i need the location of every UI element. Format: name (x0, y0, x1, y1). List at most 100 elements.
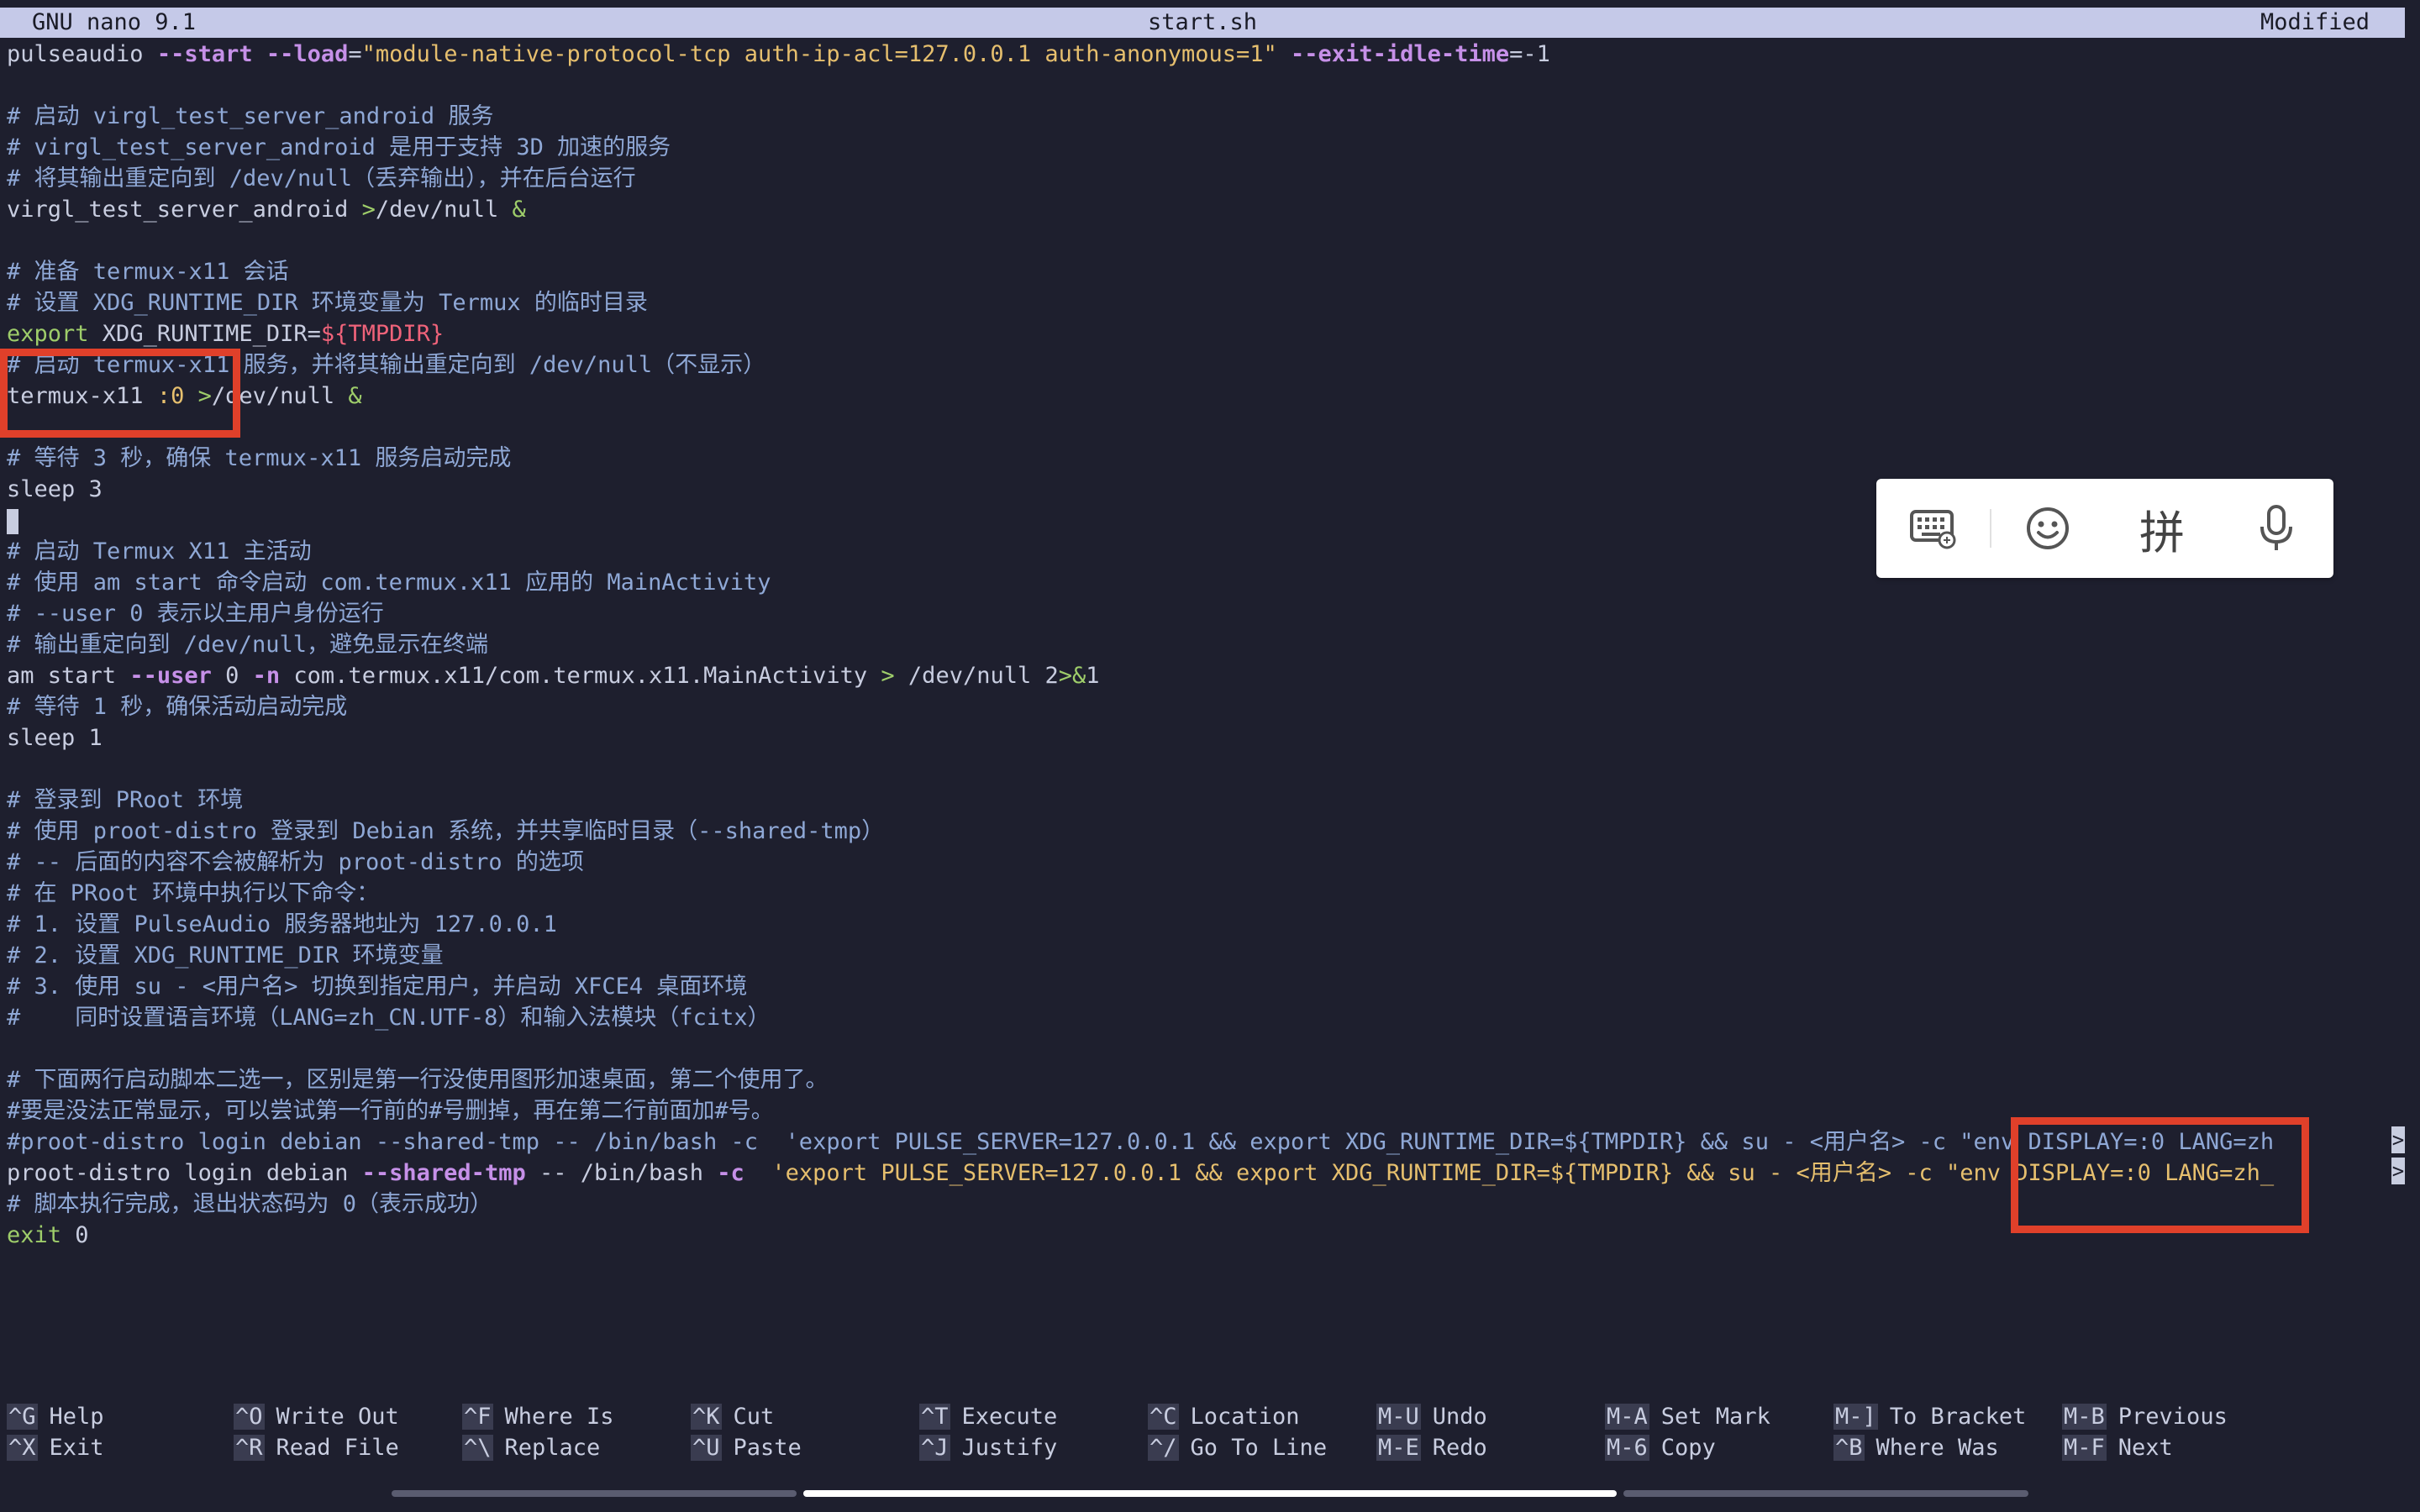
editor-line[interactable]: # 1. 设置 PulseAudio 服务器地址为 127.0.0.1 (7, 909, 2420, 940)
code-token-cmd: am start (7, 663, 130, 689)
shortcut-key: M-A (1605, 1404, 1649, 1430)
shortcut-location[interactable]: ^C Location (1148, 1401, 1300, 1432)
editor-line[interactable]: # 登录到 PRoot 环境 (7, 785, 2420, 816)
editor-line[interactable]: # --user 0 表示以主用户身份运行 (7, 598, 2420, 629)
editor-line[interactable]: # 等待 3 秒，确保 termux-x11 服务启动完成 (7, 443, 2420, 474)
shortcut-next[interactable]: M-F Next (2062, 1432, 2173, 1463)
shortcut-write-out[interactable]: ^O Write Out (234, 1401, 399, 1432)
shortcut-label: Location (1190, 1404, 1300, 1430)
shortcut-key: ^O (234, 1404, 265, 1430)
editor-line[interactable] (7, 753, 2420, 785)
code-token-flag: -c (717, 1160, 744, 1186)
shortcut-help[interactable]: ^G Help (7, 1401, 104, 1432)
shortcut-label: Replace (504, 1435, 601, 1461)
code-token-cmd: pulseaudio (7, 41, 157, 67)
editor-line[interactable] (7, 412, 2420, 443)
code-token-op: > (361, 197, 376, 223)
shortcut-go-to-line[interactable]: ^/ Go To Line (1148, 1432, 1327, 1463)
editor-line[interactable]: # -- 后面的内容不会被解析为 proot-distro 的选项 (7, 847, 2420, 878)
code-token-cmd: -- /bin/bash (525, 1160, 718, 1186)
editor-line[interactable]: # virgl_test_server_android 是用于支持 3D 加速的… (7, 132, 2420, 163)
shortcut-redo[interactable]: M-E Redo (1376, 1432, 1487, 1463)
shortcut-set-mark[interactable]: M-A Set Mark (1605, 1401, 1770, 1432)
editor-line[interactable]: # 输出重定向到 /dev/null，避免显示在终端 (7, 629, 2420, 660)
editor-line[interactable] (7, 1033, 2420, 1064)
editor-line[interactable]: # 启动 termux-x11 服务，并将其输出重定向到 /dev/null（不… (7, 349, 2420, 381)
shortcut-label: Where Is (504, 1404, 614, 1430)
code-token-comment: # 使用 am start 命令启动 com.termux.x11 应用的 Ma… (7, 570, 771, 596)
code-token-comment: # 2. 设置 XDG_RUNTIME_DIR 环境变量 (7, 942, 444, 969)
code-token-op: & (512, 197, 526, 223)
shortcut-where-is[interactable]: ^F Where Is (462, 1401, 614, 1432)
editor-line[interactable]: # 同时设置语言环境（LANG=zh_CN.UTF-8）和输入法模块（fcitx… (7, 1002, 2420, 1033)
scroll-indicator-active[interactable] (803, 1490, 1617, 1497)
shortcut-label: Read File (276, 1435, 399, 1461)
code-token-comment: # --user 0 表示以主用户身份运行 (7, 601, 384, 627)
shortcut-label: Exit (49, 1435, 104, 1461)
shortcut-copy[interactable]: M-6 Copy (1605, 1432, 1716, 1463)
shortcut-exit[interactable]: ^X Exit (7, 1432, 104, 1463)
keyboard-icon[interactable] (1900, 495, 1967, 562)
editor-line[interactable]: virgl_test_server_android >/dev/null & (7, 194, 2420, 225)
code-token-comment: # 等待 3 秒，确保 termux-x11 服务启动完成 (7, 445, 512, 471)
microphone-icon[interactable] (2243, 495, 2310, 562)
shortcut-read-file[interactable]: ^R Read File (234, 1432, 399, 1463)
shortcut-previous[interactable]: M-B Previous (2062, 1401, 2228, 1432)
shortcut-key: M-U (1376, 1404, 1421, 1430)
pinyin-button[interactable]: 拼 (2128, 495, 2196, 562)
editor-line[interactable]: sleep 1 (7, 722, 2420, 753)
annotation-box-display (2011, 1117, 2309, 1233)
editor-line[interactable] (7, 225, 2420, 256)
code-token-comment: # 同时设置语言环境（LANG=zh_CN.UTF-8）和输入法模块（fcitx… (7, 1005, 771, 1031)
code-token-comment: # 启动 Termux X11 主活动 (7, 538, 312, 564)
code-token-comment: # -- 后面的内容不会被解析为 proot-distro 的选项 (7, 849, 584, 875)
shortcut-key: ^U (691, 1435, 722, 1461)
editor-line[interactable]: am start --user 0 -n com.termux.x11/com.… (7, 660, 2420, 691)
shortcut-undo[interactable]: M-U Undo (1376, 1401, 1487, 1432)
code-token-comment: # 在 PRoot 环境中执行以下命令： (7, 880, 380, 906)
editor-line[interactable]: # 将其输出重定向到 /dev/null（丢弃输出），并在后台运行 (7, 163, 2420, 194)
editor-line[interactable]: # 等待 1 秒，确保活动启动完成 (7, 691, 2420, 722)
modified-status: Modified (2260, 9, 2370, 35)
editor-line[interactable]: # 3. 使用 su - <用户名> 切换到指定用户，并启动 XFCE4 桌面环… (7, 971, 2420, 1002)
editor-line[interactable]: export XDG_RUNTIME_DIR=${TMPDIR} (7, 318, 2420, 349)
shortcut-where-was[interactable]: ^B Where Was (1833, 1432, 1999, 1463)
shortcut-execute[interactable]: ^T Execute (919, 1401, 1057, 1432)
editor-line[interactable]: # 在 PRoot 环境中执行以下命令： (7, 878, 2420, 909)
shortcut-key: ^T (919, 1404, 950, 1430)
editor-text-area[interactable]: pulseaudio --start --load="module-native… (7, 39, 2420, 1251)
shortcut-replace[interactable]: ^\ Replace (462, 1432, 600, 1463)
emoji-icon[interactable] (2014, 495, 2081, 562)
editor-line[interactable]: pulseaudio --start --load="module-native… (7, 39, 2420, 70)
editor-line[interactable]: # 使用 proot-distro 登录到 Debian 系统，并共享临时目录（… (7, 816, 2420, 847)
editor-line[interactable]: # 2. 设置 XDG_RUNTIME_DIR 环境变量 (7, 940, 2420, 971)
editor-line[interactable]: # 设置 XDG_RUNTIME_DIR 环境变量为 Termux 的临时目录 (7, 287, 2420, 318)
code-token-comment: # 脚本执行完成，退出状态码为 0（表示成功） (7, 1191, 493, 1217)
code-token-comment: #要是没法正常显示，可以尝试第一行前的#号删掉，再在第二行前面加#号。 (7, 1098, 774, 1124)
shortcut-key: ^K (691, 1404, 722, 1430)
file-name: start.sh (1147, 9, 1258, 35)
shortcut-key: ^F (462, 1404, 493, 1430)
shortcut-to-bracket[interactable]: M-] To Bracket (1833, 1401, 2026, 1432)
code-token-cmd: 0 (211, 663, 253, 689)
shortcut-paste[interactable]: ^U Paste (691, 1432, 802, 1463)
code-token-comment: # 输出重定向到 /dev/null，避免显示在终端 (7, 632, 489, 658)
code-token-cmd: virgl_test_server_android (7, 197, 362, 223)
text-cursor (7, 508, 18, 534)
editor-line[interactable] (7, 70, 2420, 101)
shortcut-justify[interactable]: ^J Justify (919, 1432, 1057, 1463)
shortcut-key: M-] (1833, 1404, 1878, 1430)
code-token-comment: # 3. 使用 su - <用户名> 切换到指定用户，并启动 XFCE4 桌面环… (7, 974, 748, 1000)
editor-line[interactable]: # 下面两行启动脚本二选一，区别是第一行没使用图形加速桌面，第二个使用了。 (7, 1064, 2420, 1095)
shortcut-label: Next (2118, 1435, 2173, 1461)
annotation-box-termux (0, 349, 240, 438)
code-token-comment: # 启动 virgl_test_server_android 服务 (7, 103, 494, 129)
shortcut-cut[interactable]: ^K Cut (691, 1401, 774, 1432)
editor-line[interactable]: # 启动 virgl_test_server_android 服务 (7, 101, 2420, 132)
shortcut-label: Cut (733, 1404, 775, 1430)
editor-line[interactable]: termux-x11 :0 >/dev/null & (7, 381, 2420, 412)
shortcut-label: Write Out (276, 1404, 399, 1430)
shortcut-label: To Bracket (1889, 1404, 2027, 1430)
editor-line[interactable]: # 准备 termux-x11 会话 (7, 256, 2420, 287)
shortcut-label: Go To Line (1190, 1435, 1328, 1461)
